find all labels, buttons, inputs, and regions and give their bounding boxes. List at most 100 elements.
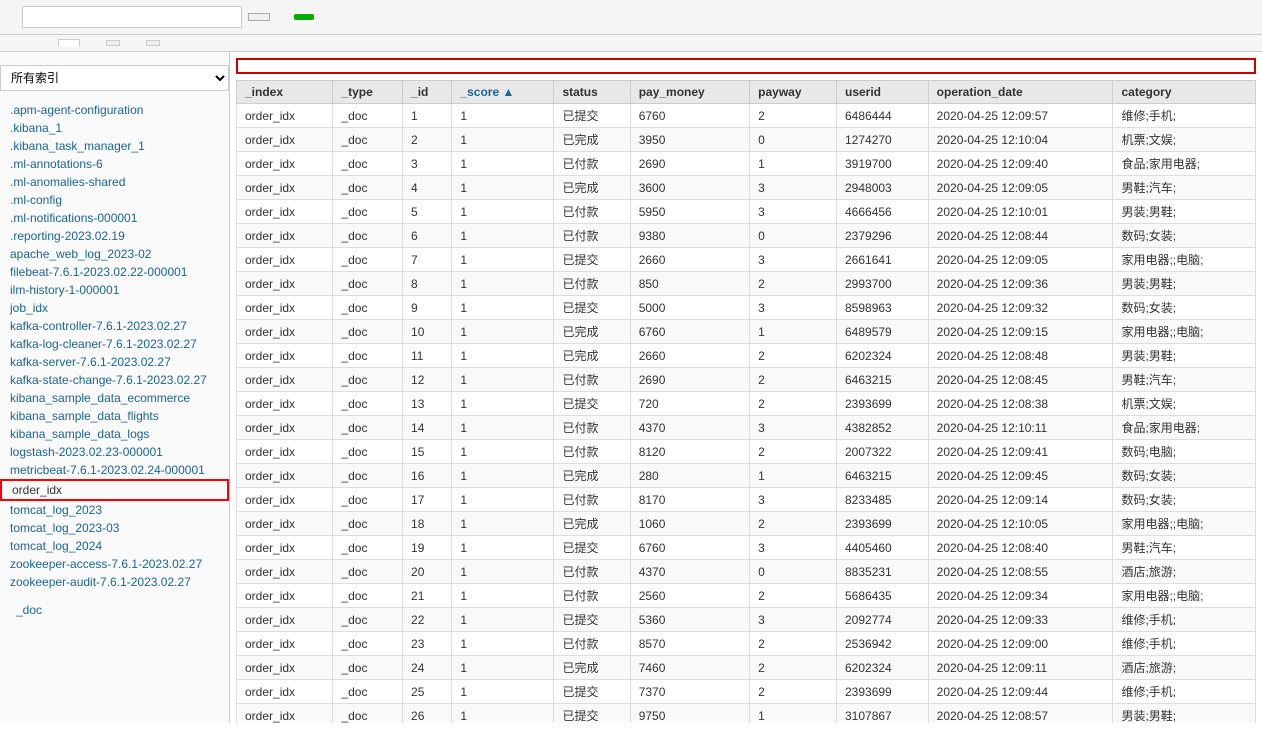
sidebar-index-item[interactable]: ilm-history-1-000001	[0, 281, 229, 299]
table-cell: 2020-04-25 12:10:11	[928, 416, 1113, 440]
table-cell: order_idx	[237, 440, 333, 464]
sidebar-index-item[interactable]: zookeeper-audit-7.6.1-2023.02.27	[0, 573, 229, 591]
table-row[interactable]: order_idx_doc241已完成7460262023242020-04-2…	[237, 656, 1256, 680]
table-column-header[interactable]: pay_money	[630, 81, 749, 104]
table-cell: order_idx	[237, 656, 333, 680]
table-cell: 850	[630, 272, 749, 296]
table-row[interactable]: order_idx_doc111已完成2660262023242020-04-2…	[237, 344, 1256, 368]
table-cell: 2560	[630, 584, 749, 608]
table-cell: _doc	[333, 608, 403, 632]
table-row[interactable]: order_idx_doc101已完成6760164895792020-04-2…	[237, 320, 1256, 344]
sidebar-index-item[interactable]: filebeat-7.6.1-2023.02.22-000001	[0, 263, 229, 281]
table-cell: 酒店;旅游;	[1113, 656, 1256, 680]
table-cell: _doc	[333, 536, 403, 560]
table-row[interactable]: order_idx_doc261已提交9750131078672020-04-2…	[237, 704, 1256, 724]
table-cell: 6202324	[837, 344, 929, 368]
sidebar-index-item[interactable]: order_idx	[0, 479, 229, 501]
tab-complex-query[interactable]	[122, 39, 144, 47]
connect-button[interactable]	[248, 13, 270, 21]
sidebar-index-item[interactable]: kafka-log-cleaner-7.6.1-2023.02.27	[0, 335, 229, 353]
table-row[interactable]: order_idx_doc201已付款4370088352312020-04-2…	[237, 560, 1256, 584]
table-row[interactable]: order_idx_doc21已完成3950012742702020-04-25…	[237, 128, 1256, 152]
table-row[interactable]: order_idx_doc211已付款2560256864352020-04-2…	[237, 584, 1256, 608]
table-row[interactable]: order_idx_doc31已付款2690139197002020-04-25…	[237, 152, 1256, 176]
table-column-header[interactable]: _score ▲	[452, 81, 554, 104]
table-cell: _doc	[333, 680, 403, 704]
table-row[interactable]: order_idx_doc231已付款8570225369422020-04-2…	[237, 632, 1256, 656]
table-row[interactable]: order_idx_doc91已提交5000385989632020-04-25…	[237, 296, 1256, 320]
table-column-header[interactable]: payway	[750, 81, 837, 104]
sidebar-index-item[interactable]: zookeeper-access-7.6.1-2023.02.27	[0, 555, 229, 573]
table-row[interactable]: order_idx_doc61已付款9380023792962020-04-25…	[237, 224, 1256, 248]
table-cell: 男鞋;汽车;	[1113, 368, 1256, 392]
server-url-input[interactable]	[22, 6, 242, 28]
sidebar-index-item[interactable]: .ml-config	[0, 191, 229, 209]
table-row[interactable]: order_idx_doc151已付款8120220073222020-04-2…	[237, 440, 1256, 464]
sidebar-index-item[interactable]: job_idx	[0, 299, 229, 317]
sidebar-index-item[interactable]: .ml-anomalies-shared	[0, 173, 229, 191]
sidebar-index-item[interactable]: kafka-state-change-7.6.1-2023.02.27	[0, 371, 229, 389]
table-cell: order_idx	[237, 392, 333, 416]
table-cell: 6	[403, 224, 452, 248]
sidebar-index-item[interactable]: apache_web_log_2023-02	[0, 245, 229, 263]
sidebar-index-item[interactable]: .kibana_1	[0, 119, 229, 137]
sidebar-index-item[interactable]: .kibana_task_manager_1	[0, 137, 229, 155]
tab-basic-query-plus[interactable]	[106, 40, 120, 46]
index-select[interactable]: 所有索引	[0, 65, 229, 91]
table-cell: 2020-04-25 12:08:38	[928, 392, 1113, 416]
table-cell: 3	[750, 416, 837, 440]
table-row[interactable]: order_idx_doc11已提交6760264864442020-04-25…	[237, 104, 1256, 128]
sidebar-index-item[interactable]: tomcat_log_2023	[0, 501, 229, 519]
table-column-header[interactable]: status	[554, 81, 630, 104]
sidebar-index-item[interactable]: .reporting-2023.02.19	[0, 227, 229, 245]
table-row[interactable]: order_idx_doc141已付款4370343828522020-04-2…	[237, 416, 1256, 440]
table-row[interactable]: order_idx_doc181已完成1060223936992020-04-2…	[237, 512, 1256, 536]
table-row[interactable]: order_idx_doc161已完成280164632152020-04-25…	[237, 464, 1256, 488]
table-column-header[interactable]: _index	[237, 81, 333, 104]
table-cell: 男装;男鞋;	[1113, 200, 1256, 224]
table-row[interactable]: order_idx_doc121已付款2690264632152020-04-2…	[237, 368, 1256, 392]
table-row[interactable]: order_idx_doc191已提交6760344054602020-04-2…	[237, 536, 1256, 560]
tab-complex-query-plus[interactable]	[146, 40, 160, 46]
sidebar-index-item[interactable]: metricbeat-7.6.1-2023.02.24-000001	[0, 461, 229, 479]
table-cell: order_idx	[237, 704, 333, 724]
sidebar-index-item[interactable]: .ml-annotations-6	[0, 155, 229, 173]
sidebar-type-item[interactable]: _doc	[0, 601, 229, 619]
sidebar-index-item[interactable]: .ml-notifications-000001	[0, 209, 229, 227]
sidebar-index-item[interactable]: kibana_sample_data_ecommerce	[0, 389, 229, 407]
table-cell: _doc	[333, 440, 403, 464]
sidebar-index-item[interactable]: logstash-2023.02.23-000001	[0, 443, 229, 461]
table-cell: 2690	[630, 368, 749, 392]
sidebar-index-item[interactable]: tomcat_log_2023-03	[0, 519, 229, 537]
table-row[interactable]: order_idx_doc221已提交5360320927742020-04-2…	[237, 608, 1256, 632]
table-cell: 3600	[630, 176, 749, 200]
table-row[interactable]: order_idx_doc251已提交7370223936992020-04-2…	[237, 680, 1256, 704]
sidebar-index-item[interactable]: kafka-server-7.6.1-2023.02.27	[0, 353, 229, 371]
tab-data-browse[interactable]	[58, 39, 80, 47]
tab-overview[interactable]	[10, 39, 32, 47]
table-column-header[interactable]: operation_date	[928, 81, 1113, 104]
table-column-header[interactable]: _type	[333, 81, 403, 104]
table-row[interactable]: order_idx_doc131已提交720223936992020-04-25…	[237, 392, 1256, 416]
table-cell: 1	[452, 368, 554, 392]
sidebar-index-item[interactable]: tomcat_log_2024	[0, 537, 229, 555]
table-column-header[interactable]: userid	[837, 81, 929, 104]
table-column-header[interactable]: category	[1113, 81, 1256, 104]
tab-basic-query[interactable]	[82, 39, 104, 47]
type-list: _doc	[0, 601, 229, 619]
sidebar-index-item[interactable]: .apm-agent-configuration	[0, 101, 229, 119]
table-row[interactable]: order_idx_doc81已付款850229937002020-04-25 …	[237, 272, 1256, 296]
table-cell: 1	[750, 152, 837, 176]
table-row[interactable]: order_idx_doc41已完成3600329480032020-04-25…	[237, 176, 1256, 200]
table-row[interactable]: order_idx_doc171已付款8170382334852020-04-2…	[237, 488, 1256, 512]
sidebar-index-item[interactable]: kibana_sample_data_logs	[0, 425, 229, 443]
table-cell: 1	[452, 512, 554, 536]
table-row[interactable]: order_idx_doc71已提交2660326616412020-04-25…	[237, 248, 1256, 272]
sidebar-index-item[interactable]: kafka-controller-7.6.1-2023.02.27	[0, 317, 229, 335]
table-row[interactable]: order_idx_doc51已付款5950346664562020-04-25…	[237, 200, 1256, 224]
tab-index[interactable]	[34, 39, 56, 47]
sidebar-index-item[interactable]: kibana_sample_data_flights	[0, 407, 229, 425]
table-column-header[interactable]: _id	[403, 81, 452, 104]
index-list: .apm-agent-configuration.kibana_1.kibana…	[0, 101, 229, 591]
table-cell: order_idx	[237, 320, 333, 344]
